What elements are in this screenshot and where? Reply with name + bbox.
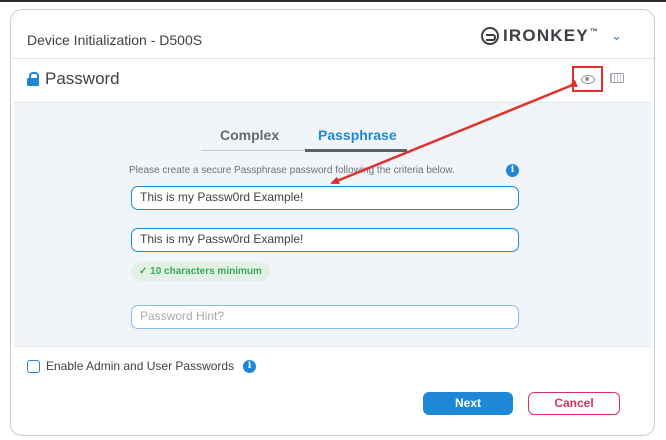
brand-menu[interactable]: IRONKEY™ ⌄ (481, 26, 622, 46)
lock-icon (27, 72, 39, 86)
next-button[interactable]: Next (423, 392, 513, 415)
tab-active-indicator (305, 149, 407, 152)
enable-admin-checkbox[interactable] (27, 359, 40, 373)
section-title: Password (45, 69, 120, 88)
confirm-password-field[interactable]: This is my Passw0rd Example! (131, 228, 519, 252)
enable-admin-option[interactable]: Enable Admin and User Passwords i (27, 359, 257, 373)
virtual-keyboard-icon[interactable] (610, 73, 624, 83)
password-field[interactable]: This is my Passw0rd Example! (131, 186, 519, 210)
brand-name: IRONKEY™ (503, 26, 600, 45)
criteria-text: Please create a secure Passphrase passwo… (129, 165, 455, 176)
top-border (0, 0, 666, 2)
cancel-button[interactable]: Cancel (528, 392, 620, 415)
chevron-down-icon[interactable]: ⌄ (611, 28, 622, 44)
info-icon[interactable]: i (506, 164, 519, 177)
ironkey-logo-icon (481, 27, 499, 45)
window-title: Device Initialization - D500S (27, 32, 203, 48)
eye-icon (580, 74, 595, 84)
section-header: Password (27, 69, 120, 89)
info-icon[interactable]: i (243, 359, 257, 373)
password-panel: Complex Passphrase Please create a secur… (14, 102, 651, 347)
show-password-button[interactable] (572, 66, 603, 92)
requirement-badge: ✓ 10 characters minimum (131, 262, 270, 281)
tab-complex[interactable]: Complex (220, 127, 279, 143)
header-divider (11, 58, 654, 59)
password-hint-field[interactable]: Password Hint? (131, 305, 519, 329)
dialog-window: Device Initialization - D500S IRONKEY™ ⌄… (10, 9, 655, 436)
enable-admin-label: Enable Admin and User Passwords (46, 359, 235, 373)
tab-passphrase[interactable]: Passphrase (318, 127, 397, 143)
